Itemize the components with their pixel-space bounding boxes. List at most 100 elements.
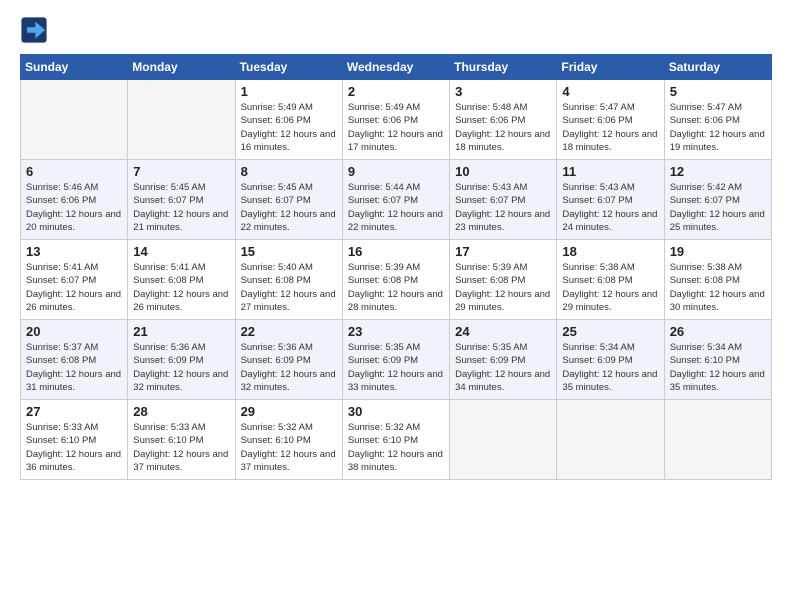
header (20, 16, 772, 44)
day-info: Sunrise: 5:33 AMSunset: 6:10 PMDaylight:… (133, 421, 229, 474)
calendar-cell: 24Sunrise: 5:35 AMSunset: 6:09 PMDayligh… (450, 320, 557, 400)
day-info: Sunrise: 5:43 AMSunset: 6:07 PMDaylight:… (562, 181, 658, 234)
calendar-cell: 16 Sunrise: 5:39 AMSunset: 6:08 PMDayligh… (342, 240, 449, 320)
day-number: 17 (455, 244, 551, 259)
day-info: Sunrise: 5:34 AMSunset: 6:09 PMDaylight:… (562, 341, 658, 394)
day-info: Sunrise: 5:41 AMSunset: 6:07 PMDaylight:… (26, 261, 122, 314)
day-info: Sunrise: 5:33 AMSunset: 6:10 PMDaylight:… (26, 421, 122, 474)
day-number: 18 (562, 244, 658, 259)
day-number: 1 (241, 84, 337, 99)
day-number: 6 (26, 164, 122, 179)
calendar-header-wednesday: Wednesday (342, 55, 449, 80)
day-number: 8 (241, 164, 337, 179)
calendar-header-row: SundayMondayTuesdayWednesdayThursdayFrid… (21, 55, 772, 80)
calendar-cell (664, 400, 771, 480)
calendar-header-monday: Monday (128, 55, 235, 80)
day-number: 27 (26, 404, 122, 419)
calendar-week-row: 27 Sunrise: 5:33 AMSunset: 6:10 PMDayligh… (21, 400, 772, 480)
day-number: 20 (26, 324, 122, 339)
day-info: Sunrise: 5:47 AMSunset: 6:06 PMDaylight:… (562, 101, 658, 154)
day-info: Sunrise: 5:44 AMSunset: 6:07 PMDaylight:… (348, 181, 444, 234)
day-number: 19 (670, 244, 766, 259)
day-number: 14 (133, 244, 229, 259)
day-number: 22 (241, 324, 337, 339)
day-info: Sunrise: 5:39 AMSunset: 6:08 PMDaylight:… (348, 261, 444, 314)
calendar-header-thursday: Thursday (450, 55, 557, 80)
day-info: Sunrise: 5:49 AMSunset: 6:06 PMDaylight:… (348, 101, 444, 154)
day-info: Sunrise: 5:38 AMSunset: 6:08 PMDaylight:… (562, 261, 658, 314)
day-number: 12 (670, 164, 766, 179)
calendar-cell: 11 Sunrise: 5:43 AMSunset: 6:07 PMDayligh… (557, 160, 664, 240)
calendar-cell: 20 Sunrise: 5:37 AMSunset: 6:08 PMDayligh… (21, 320, 128, 400)
calendar-cell: 15Sunrise: 5:40 AMSunset: 6:08 PMDayligh… (235, 240, 342, 320)
day-info: Sunrise: 5:34 AMSunset: 6:10 PMDaylight:… (670, 341, 766, 394)
calendar-week-row: 13 Sunrise: 5:41 AMSunset: 6:07 PMDayligh… (21, 240, 772, 320)
day-number: 25 (562, 324, 658, 339)
calendar-cell (450, 400, 557, 480)
calendar-cell: 2Sunrise: 5:49 AMSunset: 6:06 PMDaylight… (342, 80, 449, 160)
day-info: Sunrise: 5:45 AMSunset: 6:07 PMDaylight:… (133, 181, 229, 234)
calendar-cell: 17 Sunrise: 5:39 AMSunset: 6:08 PMDayligh… (450, 240, 557, 320)
day-info: Sunrise: 5:38 AMSunset: 6:08 PMDaylight:… (670, 261, 766, 314)
day-number: 21 (133, 324, 229, 339)
calendar-header-friday: Friday (557, 55, 664, 80)
day-info: Sunrise: 5:49 AMSunset: 6:06 PMDaylight:… (241, 101, 337, 154)
calendar-cell (557, 400, 664, 480)
calendar-cell: 22Sunrise: 5:36 AMSunset: 6:09 PMDayligh… (235, 320, 342, 400)
day-number: 16 (348, 244, 444, 259)
day-number: 30 (348, 404, 444, 419)
calendar-cell: 1 Sunrise: 5:49 AMSunset: 6:06 PMDaylight… (235, 80, 342, 160)
day-info: Sunrise: 5:41 AMSunset: 6:08 PMDaylight:… (133, 261, 229, 314)
calendar-cell: 27 Sunrise: 5:33 AMSunset: 6:10 PMDayligh… (21, 400, 128, 480)
calendar-header-tuesday: Tuesday (235, 55, 342, 80)
day-number: 7 (133, 164, 229, 179)
calendar-cell: 5 Sunrise: 5:47 AMSunset: 6:06 PMDaylight… (664, 80, 771, 160)
day-info: Sunrise: 5:48 AMSunset: 6:06 PMDaylight:… (455, 101, 551, 154)
day-info: Sunrise: 5:39 AMSunset: 6:08 PMDaylight:… (455, 261, 551, 314)
calendar-cell: 8 Sunrise: 5:45 AMSunset: 6:07 PMDaylight… (235, 160, 342, 240)
day-info: Sunrise: 5:45 AMSunset: 6:07 PMDaylight:… (241, 181, 337, 234)
calendar-cell: 26 Sunrise: 5:34 AMSunset: 6:10 PMDayligh… (664, 320, 771, 400)
day-info: Sunrise: 5:42 AMSunset: 6:07 PMDaylight:… (670, 181, 766, 234)
calendar-cell: 9 Sunrise: 5:44 AMSunset: 6:07 PMDaylight… (342, 160, 449, 240)
calendar-cell: 25 Sunrise: 5:34 AMSunset: 6:09 PMDayligh… (557, 320, 664, 400)
day-info: Sunrise: 5:35 AMSunset: 6:09 PMDaylight:… (348, 341, 444, 394)
day-info: Sunrise: 5:35 AMSunset: 6:09 PMDaylight:… (455, 341, 551, 394)
day-number: 5 (670, 84, 766, 99)
day-number: 11 (562, 164, 658, 179)
day-number: 29 (241, 404, 337, 419)
calendar-cell: 3 Sunrise: 5:48 AMSunset: 6:06 PMDaylight… (450, 80, 557, 160)
day-info: Sunrise: 5:32 AMSunset: 6:10 PMDaylight:… (241, 421, 337, 474)
day-info: Sunrise: 5:47 AMSunset: 6:06 PMDaylight:… (670, 101, 766, 154)
day-number: 26 (670, 324, 766, 339)
calendar-header-saturday: Saturday (664, 55, 771, 80)
day-number: 13 (26, 244, 122, 259)
day-number: 9 (348, 164, 444, 179)
calendar-week-row: 20 Sunrise: 5:37 AMSunset: 6:08 PMDayligh… (21, 320, 772, 400)
day-info: Sunrise: 5:32 AMSunset: 6:10 PMDaylight:… (348, 421, 444, 474)
calendar-cell (21, 80, 128, 160)
day-number: 3 (455, 84, 551, 99)
calendar-cell: 12 Sunrise: 5:42 AMSunset: 6:07 PMDayligh… (664, 160, 771, 240)
day-info: Sunrise: 5:46 AMSunset: 6:06 PMDaylight:… (26, 181, 122, 234)
day-number: 10 (455, 164, 551, 179)
day-info: Sunrise: 5:37 AMSunset: 6:08 PMDaylight:… (26, 341, 122, 394)
day-number: 23 (348, 324, 444, 339)
calendar-cell: 21 Sunrise: 5:36 AMSunset: 6:09 PMDayligh… (128, 320, 235, 400)
day-info: Sunrise: 5:36 AMSunset: 6:09 PMDaylight:… (133, 341, 229, 394)
logo-icon (20, 16, 48, 44)
calendar-cell: 4 Sunrise: 5:47 AMSunset: 6:06 PMDaylight… (557, 80, 664, 160)
calendar-cell: 13 Sunrise: 5:41 AMSunset: 6:07 PMDayligh… (21, 240, 128, 320)
calendar-cell (128, 80, 235, 160)
calendar-week-row: 6 Sunrise: 5:46 AMSunset: 6:06 PMDaylight… (21, 160, 772, 240)
page: SundayMondayTuesdayWednesdayThursdayFrid… (0, 0, 792, 612)
calendar-cell: 23 Sunrise: 5:35 AMSunset: 6:09 PMDayligh… (342, 320, 449, 400)
calendar-cell: 6 Sunrise: 5:46 AMSunset: 6:06 PMDaylight… (21, 160, 128, 240)
calendar-table: SundayMondayTuesdayWednesdayThursdayFrid… (20, 54, 772, 480)
day-number: 15 (241, 244, 337, 259)
day-number: 28 (133, 404, 229, 419)
logo (20, 16, 52, 44)
calendar-cell: 28 Sunrise: 5:33 AMSunset: 6:10 PMDayligh… (128, 400, 235, 480)
day-number: 4 (562, 84, 658, 99)
calendar-cell: 7 Sunrise: 5:45 AMSunset: 6:07 PMDaylight… (128, 160, 235, 240)
